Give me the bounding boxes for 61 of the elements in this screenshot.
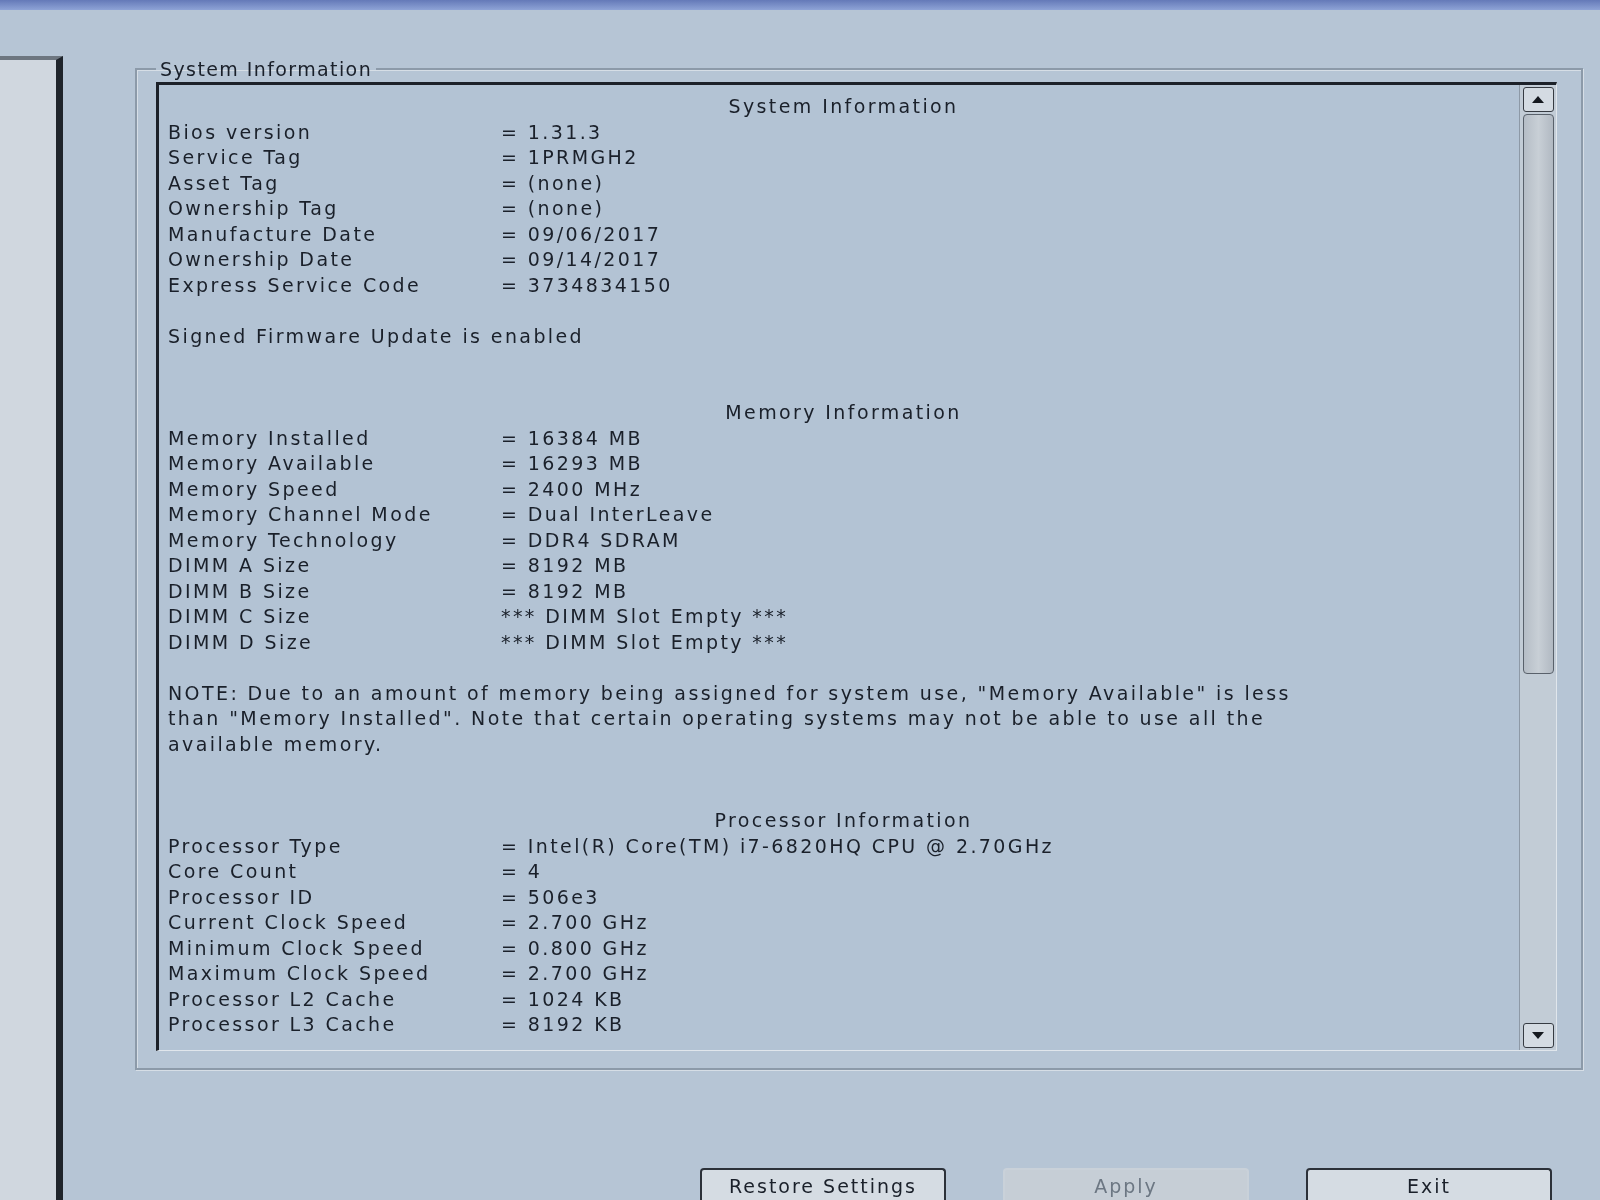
field-value: = Intel(R) Core(TM) i7-6820HQ CPU @ 2.70GHz [501,833,1054,859]
dialog-button[interactable]: Restore Settings [700,1168,946,1200]
field-value: = 3734834150 [501,272,673,298]
field-value: = 2.700 GHz [501,910,649,935]
field-label: Memory Channel Mode [168,502,434,527]
field-label: Minimum Clock Speed [168,935,426,961]
section-heading: Memory Information [725,400,962,425]
field-label: DIMM D Size [168,629,315,655]
field-value: = 1.31.3 [501,119,603,145]
field-value: = 09/14/2017 [501,247,662,272]
field-value: = 0.800 GHz [501,935,649,961]
scrollbar-thumb[interactable] [1522,114,1554,674]
field-value: = (none) [501,196,605,221]
field-label: DIMM A Size [168,553,313,578]
section-heading: System Information [728,94,959,119]
field-label: Express Service Code [168,272,423,298]
note-text: Signed Firmware Update is enabled [168,323,586,349]
field-label: Memory Technology [168,527,400,553]
field-value: = 16293 MB [501,451,643,476]
field-label: Manufacture Date [168,221,379,247]
field-label: Current Clock Speed [168,910,410,935]
field-value: = 1PRMGH2 [501,145,639,170]
field-label: Ownership Date [168,247,356,272]
field-label: Service Tag [168,145,304,170]
field-label: Processor L3 Cache [168,1012,398,1037]
field-label: Processor Type [168,833,344,859]
dialog-button[interactable]: Exit [1306,1168,1552,1200]
field-value: = 1024 KB [501,986,625,1012]
field-value: = Dual InterLeave [501,502,715,527]
field-value: = 8192 MB [501,553,629,578]
field-value: = (none) [501,170,605,196]
field-value: = 2400 MHz [501,476,642,502]
field-label: Bios version [168,119,314,145]
field-value: = 8192 KB [501,1012,625,1037]
field-value: = 16384 MB [501,425,643,451]
field-value: = DDR4 SDRAM [501,527,681,553]
field-label: Memory Speed [168,476,341,502]
field-label: Asset Tag [168,170,281,196]
field-label: Ownership Tag [168,196,340,221]
triangle-down-icon [1532,1032,1544,1039]
field-value: = 09/06/2017 [501,221,662,247]
triangle-up-icon [1532,96,1544,103]
field-value: *** DIMM Slot Empty *** [501,604,789,629]
field-label: Processor L2 Cache [168,986,398,1012]
field-value: *** DIMM Slot Empty *** [501,629,789,655]
note-text: NOTE: Due to an amount of memory being assigned for system use, "Memory Available" is less than "Memory Installed". Note that certain operating systems may not be able to use all the available memory. [168,680,1292,757]
field-value: = 2.700 GHz [501,961,649,986]
field-label: Memory Installed [168,425,372,451]
field-value: = 506e3 [501,884,600,910]
field-label: Processor ID [168,884,316,910]
field-value: = 4 [501,859,543,884]
section-heading: Processor Information [714,808,973,833]
field-label: Core Count [168,859,300,884]
group-title: System Information [159,58,374,80]
scroll-down-button[interactable] [1522,1023,1554,1048]
field-value: = 8192 MB [501,578,629,604]
field-label: DIMM C Size [168,604,313,629]
field-label: DIMM B Size [168,578,313,604]
scroll-up-button[interactable] [1522,87,1554,112]
field-label: Memory Available [168,451,377,476]
field-label: Maximum Clock Speed [168,961,432,986]
